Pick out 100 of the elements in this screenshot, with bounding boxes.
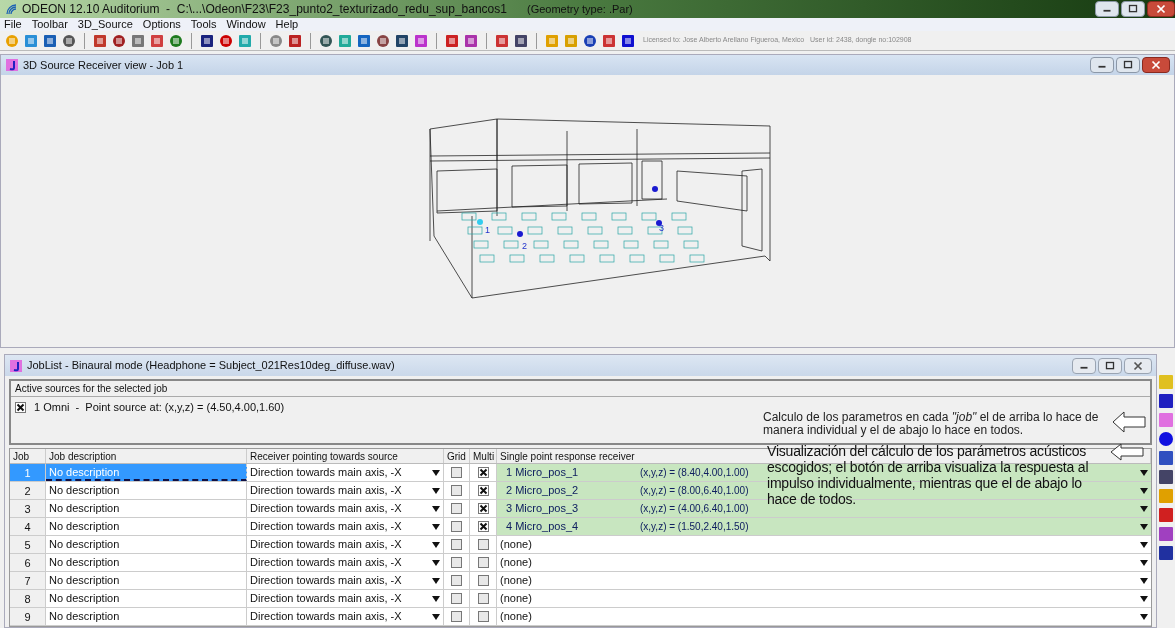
grid-checkbox[interactable]: [451, 593, 462, 604]
side-toolbar-icon[interactable]: [1158, 431, 1174, 447]
job-number[interactable]: 8: [10, 590, 46, 607]
receiver-dropdown[interactable]: (none): [497, 608, 535, 625]
toolbar-icon[interactable]: [61, 32, 77, 49]
table-cell[interactable]: No description: [46, 608, 247, 625]
column-header[interactable]: Job: [10, 449, 33, 463]
toolbar-icon[interactable]: [287, 32, 303, 49]
table-cell[interactable]: No description: [46, 536, 247, 553]
dropdown-caret-icon[interactable]: [1140, 469, 1148, 476]
dropdown-caret-icon[interactable]: [1140, 505, 1148, 512]
pointing-dropdown[interactable]: Direction towards main axis, -X: [247, 500, 444, 517]
toolbar-icon[interactable]: [513, 32, 529, 49]
menu-item[interactable]: File: [4, 19, 22, 30]
multi-checkbox[interactable]: [477, 575, 489, 586]
side-toolbar-icon[interactable]: [1158, 526, 1174, 542]
table-cell[interactable]: No description: [46, 572, 247, 589]
minimize-icon[interactable]: [1095, 1, 1119, 17]
receiver-dropdown[interactable]: (none): [497, 590, 535, 607]
toolbar-icon[interactable]: [356, 32, 372, 49]
receiver-dropdown[interactable]: (none): [497, 554, 535, 571]
menu-item[interactable]: Tools: [190, 19, 217, 30]
multi-checkbox[interactable]: [477, 485, 489, 496]
menu-item[interactable]: 3D_Source: [77, 19, 133, 30]
dropdown-caret-icon[interactable]: [1140, 559, 1148, 566]
toolbar-icon[interactable]: [199, 32, 215, 49]
maximize-icon[interactable]: [1121, 1, 1145, 17]
side-toolbar-icon[interactable]: [1158, 450, 1174, 466]
dropdown-caret-icon[interactable]: [1140, 595, 1148, 602]
dropdown-caret-icon[interactable]: [1140, 487, 1148, 494]
column-header[interactable]: Receiver pointing towards source: [247, 449, 401, 463]
grid-checkbox[interactable]: [451, 575, 462, 586]
job-number[interactable]: 4: [10, 518, 46, 535]
dropdown-caret-icon[interactable]: [432, 505, 440, 512]
dropdown-caret-icon[interactable]: [1140, 577, 1148, 584]
job-number[interactable]: 6: [10, 554, 46, 571]
maximize-icon[interactable]: [1098, 357, 1122, 374]
grid-checkbox[interactable]: [451, 611, 462, 622]
close-icon[interactable]: [1142, 57, 1170, 73]
grid-checkbox[interactable]: [451, 539, 462, 550]
job-number[interactable]: 7: [10, 572, 46, 589]
menu-item[interactable]: Toolbar: [31, 19, 68, 30]
column-header[interactable]: Single point response receiver: [497, 449, 638, 463]
multi-checkbox[interactable]: [477, 593, 489, 604]
multi-checkbox[interactable]: [477, 503, 489, 514]
multi-checkbox[interactable]: [477, 521, 489, 532]
close-icon[interactable]: [1124, 357, 1152, 374]
toolbar-icon[interactable]: [318, 32, 334, 49]
pointing-dropdown[interactable]: Direction towards main axis, -X: [247, 518, 444, 535]
pointing-dropdown[interactable]: Direction towards main axis, -X: [247, 536, 444, 553]
pointing-dropdown[interactable]: Direction towards main axis, -X: [247, 572, 444, 589]
side-toolbar-icon[interactable]: [1158, 393, 1174, 409]
side-toolbar-icon[interactable]: [1158, 545, 1174, 561]
pointing-dropdown[interactable]: Direction towards main axis, -X: [247, 482, 444, 499]
column-header[interactable]: Job description: [46, 449, 120, 463]
toolbar-icon[interactable]: [375, 32, 391, 49]
maximize-icon[interactable]: [1116, 57, 1140, 73]
dropdown-caret-icon[interactable]: [432, 523, 440, 530]
job-number[interactable]: 3: [10, 500, 46, 517]
toolbar-icon[interactable]: [620, 32, 636, 49]
multi-checkbox[interactable]: [477, 557, 489, 568]
dropdown-caret-icon[interactable]: [432, 469, 440, 476]
job-number[interactable]: 2: [10, 482, 46, 499]
pointing-dropdown[interactable]: Direction towards main axis, -X: [247, 464, 444, 481]
dropdown-caret-icon[interactable]: [432, 577, 440, 584]
grid-checkbox[interactable]: [451, 467, 462, 478]
job-number[interactable]: 9: [10, 608, 46, 625]
dropdown-caret-icon[interactable]: [432, 613, 440, 620]
grid-checkbox[interactable]: [451, 485, 462, 496]
column-header[interactable]: Grid: [444, 449, 469, 463]
pointing-dropdown[interactable]: Direction towards main axis, -X: [247, 590, 444, 607]
dropdown-caret-icon[interactable]: [432, 559, 440, 566]
toolbar-icon[interactable]: [111, 32, 127, 49]
column-header[interactable]: Multi: [470, 449, 498, 463]
side-toolbar-icon[interactable]: [1158, 507, 1174, 523]
toolbar-icon[interactable]: [582, 32, 598, 49]
dropdown-caret-icon[interactable]: [432, 487, 440, 494]
source-checkbox[interactable]: [15, 401, 26, 413]
table-cell[interactable]: No description: [46, 518, 247, 535]
close-icon[interactable]: [1147, 1, 1175, 17]
dropdown-caret-icon[interactable]: [432, 541, 440, 548]
pointing-dropdown[interactable]: Direction towards main axis, -X: [247, 608, 444, 625]
receiver-dropdown[interactable]: (none): [497, 572, 535, 589]
pointing-dropdown[interactable]: Direction towards main axis, -X: [247, 554, 444, 571]
dropdown-caret-icon[interactable]: [1140, 613, 1148, 620]
menu-item[interactable]: Options: [142, 19, 181, 30]
multi-checkbox[interactable]: [477, 611, 489, 622]
toolbar-icon[interactable]: [463, 32, 479, 49]
table-cell[interactable]: No description: [46, 554, 247, 571]
toolbar-icon[interactable]: [42, 32, 58, 49]
side-toolbar-icon[interactable]: [1158, 469, 1174, 485]
dropdown-caret-icon[interactable]: [1140, 523, 1148, 530]
multi-checkbox[interactable]: [477, 467, 489, 478]
toolbar-icon[interactable]: [394, 32, 410, 49]
toolbar-icon[interactable]: [218, 32, 234, 49]
table-cell[interactable]: No description: [46, 590, 247, 607]
multi-checkbox[interactable]: [477, 539, 489, 550]
grid-checkbox[interactable]: [451, 521, 462, 532]
grid-checkbox[interactable]: [451, 503, 462, 514]
job-number[interactable]: 5: [10, 536, 46, 553]
